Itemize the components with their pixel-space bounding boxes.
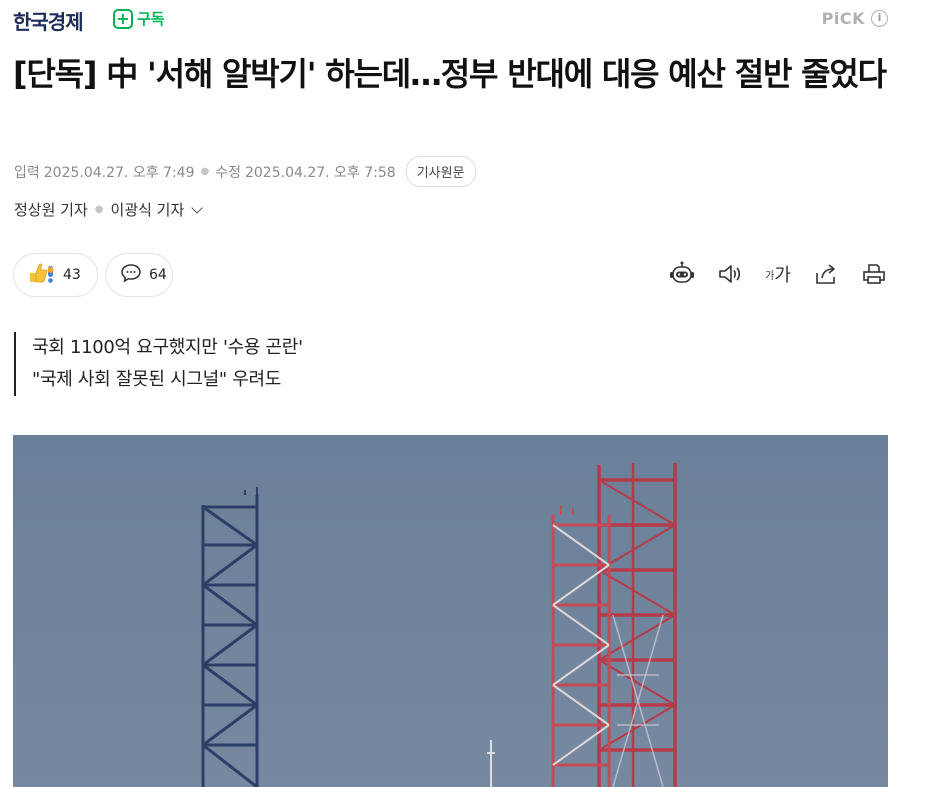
share-icon <box>816 264 835 284</box>
separator-dot: ● <box>200 166 210 177</box>
info-icon[interactable]: i <box>871 10 888 27</box>
print-button[interactable] <box>859 259 889 289</box>
article-toolbar: 가가 <box>667 259 889 289</box>
separator-dot: ● <box>94 204 104 215</box>
speaker-icon <box>719 265 741 283</box>
share-button[interactable] <box>811 259 841 289</box>
reaction-button[interactable]: 43 <box>13 253 98 297</box>
article-title: [단독] 中 '서해 알박기' 하는데…정부 반대에 대응 예산 절반 줄었다 <box>13 55 887 93</box>
input-time: 2025.04.27. 오후 7:49 <box>43 164 195 181</box>
article-photo <box>13 435 888 787</box>
comment-button[interactable]: 64 <box>105 253 173 297</box>
subscribe-button[interactable]: + 구독 <box>113 8 165 29</box>
font-size-large-label: 가 <box>774 265 791 286</box>
original-article-button[interactable]: 기사원문 <box>405 156 476 187</box>
summary-bot-button[interactable] <box>667 259 697 289</box>
input-label: 입력 <box>14 164 40 181</box>
listen-button[interactable] <box>715 259 745 289</box>
author-list[interactable]: 정상원 기자 ● 이광식 기자 <box>14 199 203 220</box>
subscribe-label: 구독 <box>137 10 165 28</box>
reaction-count: 43 <box>63 267 81 283</box>
modified-time: 2025.04.27. 오후 7:58 <box>244 164 396 181</box>
chevron-down-icon[interactable] <box>191 201 203 214</box>
pick-label: PiCK <box>821 9 865 28</box>
press-logo[interactable]: 한국경제 <box>13 6 84 35</box>
print-icon <box>863 264 885 284</box>
author-name[interactable]: 정상원 기자 <box>14 199 88 220</box>
author-name[interactable]: 이광식 기자 <box>111 199 185 220</box>
robot-icon <box>670 261 694 283</box>
reaction-emoji-icon <box>28 261 56 289</box>
summary-line: 국회 1100억 요구했지만 '수용 곤란' <box>32 337 303 358</box>
article-meta: 입력 2025.04.27. 오후 7:49 ● 수정 2025.04.27. … <box>14 156 476 187</box>
sea-structure-illustration <box>13 435 888 787</box>
pick-badge: PiCK i <box>822 9 888 28</box>
font-size-button[interactable]: 가가 <box>763 259 793 289</box>
font-size-small-label: 가 <box>765 270 775 282</box>
modified-label: 수정 <box>215 164 241 181</box>
article-summary: 국회 1100억 요구했지만 '수용 곤란' "국제 사회 잘못된 시그널" 우… <box>14 332 303 396</box>
plus-icon: + <box>113 8 133 29</box>
summary-line: "국제 사회 잘못된 시그널" 우려도 <box>32 369 282 390</box>
comment-icon <box>120 263 142 287</box>
comment-count: 64 <box>149 267 167 283</box>
